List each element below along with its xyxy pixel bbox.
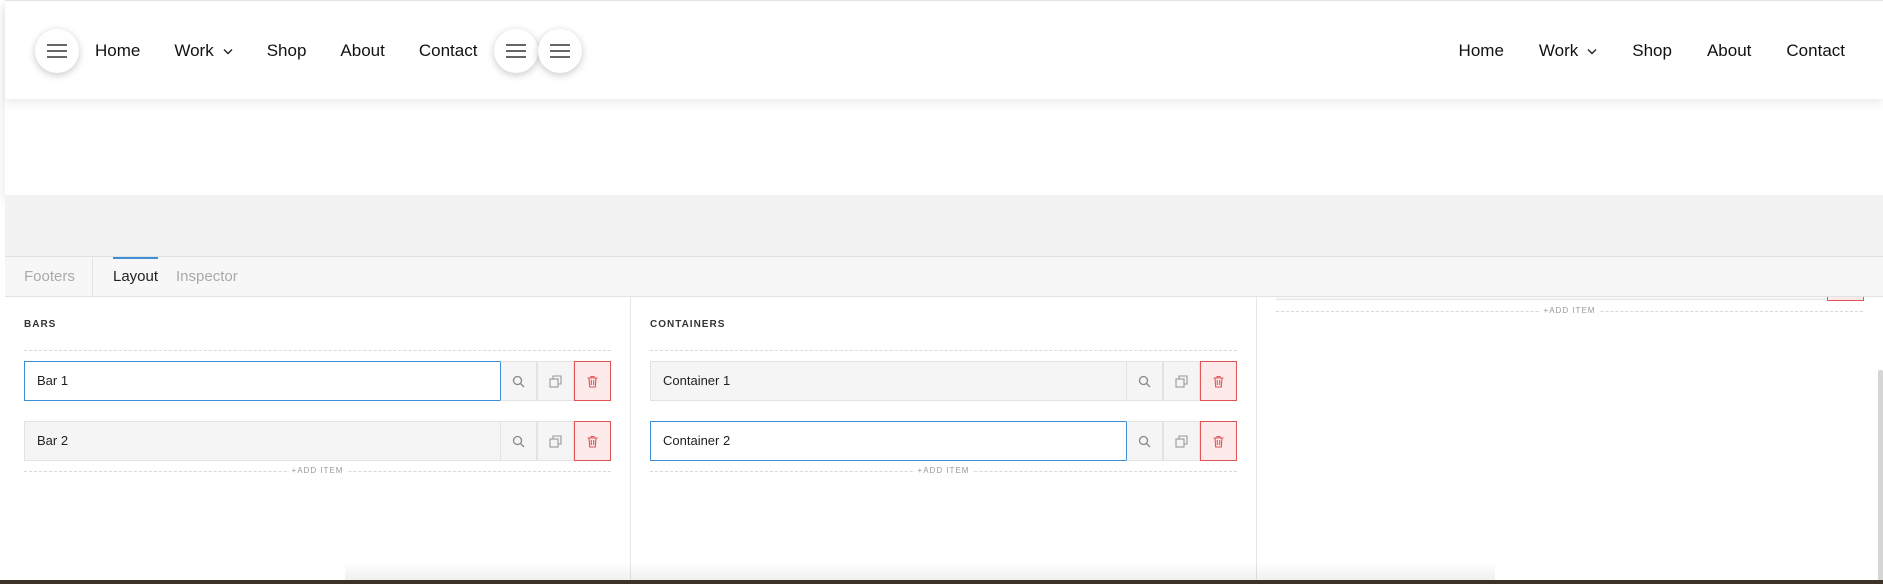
search-icon: [512, 435, 525, 447]
tab-footers[interactable]: Footers: [24, 257, 75, 297]
delete-button[interactable]: [574, 361, 611, 401]
nav-link-label: Work: [174, 41, 214, 60]
item-label[interactable]: Container 1: [650, 361, 1126, 401]
duplicate-button[interactable]: [1163, 361, 1200, 401]
bars-heading: BARS: [24, 319, 57, 330]
delete-button[interactable]: [1200, 361, 1237, 401]
trash-icon: [1213, 435, 1224, 448]
containers-column: CONTAINERS Container 1 Container 2 +ADD …: [631, 297, 1256, 584]
menu-toggle-button[interactable]: [35, 29, 79, 73]
add-item-label: +ADD ITEM: [1540, 306, 1599, 315]
chevron-down-icon: [223, 48, 233, 54]
nav-link-shop[interactable]: Shop: [1632, 41, 1672, 61]
list-item[interactable]: Container 1: [650, 361, 1237, 401]
delete-button[interactable]: [1200, 421, 1237, 461]
trash-icon: [1213, 375, 1224, 388]
menu-toggle-button[interactable]: [494, 29, 539, 73]
bars-column: BARS Bar 1 Bar 2 +ADD ITEM: [5, 297, 630, 584]
search-icon: [512, 375, 525, 387]
list-item[interactable]: Bar 1: [24, 361, 611, 401]
nav-link-contact[interactable]: Contact: [419, 41, 478, 61]
add-item-label: +ADD ITEM: [914, 466, 973, 475]
menu-toggle-button[interactable]: [538, 29, 583, 73]
nav-right: Home Work Shop About Contact: [1424, 28, 1845, 74]
scrollbar[interactable]: [1878, 370, 1883, 584]
duplicate-icon: [1175, 374, 1188, 388]
divider: [650, 350, 1237, 351]
site-preview: Home Work Shop About Contact Home Work S…: [5, 0, 1883, 195]
chevron-down-icon: [1587, 48, 1597, 54]
nav-link-home[interactable]: Home: [95, 41, 140, 61]
tab-layout[interactable]: Layout: [113, 257, 159, 297]
duplicate-icon: [1175, 434, 1188, 448]
inspect-button[interactable]: [500, 421, 537, 461]
navigation-bar: Home Work Shop About Contact Home Work S…: [5, 1, 1883, 99]
preview-separator: [5, 195, 1883, 257]
nav-link-work[interactable]: Work: [174, 41, 233, 61]
nav-link-about[interactable]: About: [1707, 41, 1751, 61]
divider: [24, 350, 611, 351]
hamburger-icon: [506, 44, 527, 58]
search-icon: [1138, 375, 1151, 387]
hamburger-icon: [47, 44, 67, 58]
delete-button[interactable]: [574, 421, 611, 461]
nav-link-contact[interactable]: Contact: [1786, 41, 1845, 61]
panel-shadow: [345, 562, 1495, 580]
window-bottom-edge: [0, 580, 1883, 584]
nav-link-home[interactable]: Home: [1459, 41, 1504, 61]
add-item-button[interactable]: +ADD ITEM: [24, 466, 611, 475]
inspect-button[interactable]: [1126, 361, 1163, 401]
duplicate-button[interactable]: [1163, 421, 1200, 461]
menu-toggle-group: [494, 29, 583, 73]
search-icon: [1138, 435, 1151, 447]
nav-link-label: Work: [1538, 41, 1579, 60]
item-label[interactable]: Bar 2: [24, 421, 500, 461]
inspect-button[interactable]: [1126, 421, 1163, 461]
nav-left: Home Work Shop About Contact: [35, 28, 583, 74]
tab-divider: [92, 257, 93, 297]
add-item-button[interactable]: +ADD ITEM: [650, 466, 1237, 475]
editor-panel: Footers Layout Inspector BARS Bar 1 Bar …: [5, 256, 1883, 584]
trash-icon: [587, 375, 598, 388]
containers-heading: CONTAINERS: [650, 319, 726, 330]
duplicate-button[interactable]: [537, 421, 574, 461]
layout-columns: BARS Bar 1 Bar 2 +ADD ITEM CONTAINERS Co…: [5, 297, 1883, 584]
list-item[interactable]: Bar 2: [24, 421, 611, 461]
hamburger-icon: [550, 44, 571, 58]
nav-link-work[interactable]: Work: [1539, 41, 1597, 61]
item-label[interactable]: Bar 1: [24, 361, 500, 401]
duplicate-button[interactable]: [537, 361, 574, 401]
nav-link-about[interactable]: About: [340, 41, 384, 61]
column-divider: [1256, 297, 1257, 584]
duplicate-icon: [549, 434, 562, 448]
duplicate-icon: [549, 374, 562, 388]
editor-tabs: Footers Layout Inspector: [5, 257, 1883, 297]
nav-link-shop[interactable]: Shop: [267, 41, 307, 61]
list-item[interactable]: Container 2: [650, 421, 1237, 461]
add-item-label: +ADD ITEM: [288, 466, 347, 475]
add-item-button[interactable]: +ADD ITEM: [1276, 306, 1863, 315]
item-label[interactable]: Container 2: [650, 421, 1126, 461]
tab-inspector[interactable]: Inspector: [176, 257, 238, 297]
inspect-button[interactable]: [500, 361, 537, 401]
delete-button[interactable]: [1827, 297, 1864, 301]
list-item[interactable]: [1276, 297, 1863, 300]
trash-icon: [587, 435, 598, 448]
